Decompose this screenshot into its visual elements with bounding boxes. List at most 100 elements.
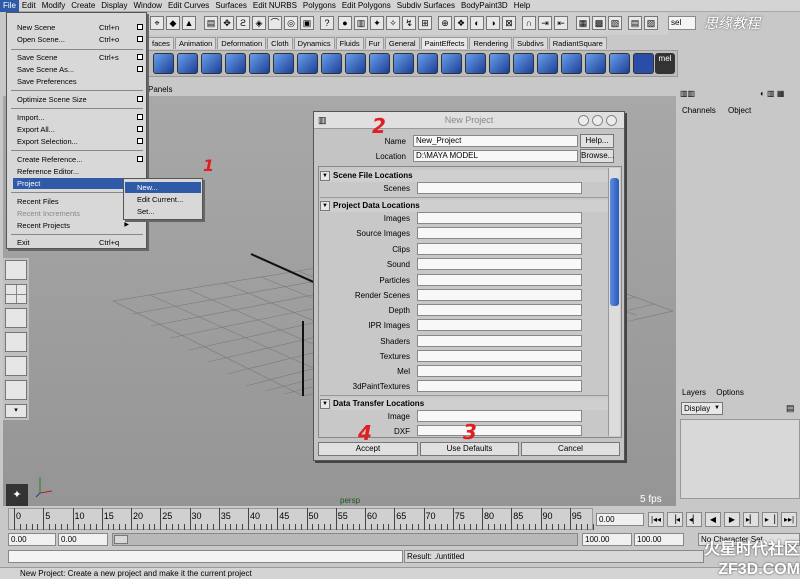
transform-icon[interactable]: ✥ xyxy=(220,16,234,30)
attribute-editor-icon[interactable]: ▨ xyxy=(644,16,658,30)
persp-outliner-layout-icon[interactable] xyxy=(5,332,27,352)
project-location-field[interactable]: D:\MAYA MODEL xyxy=(413,150,578,162)
image-transfer-location-field[interactable] xyxy=(417,410,582,422)
3dpainttextures-location-field[interactable] xyxy=(417,380,582,392)
surface-icon[interactable]: ◑ xyxy=(486,16,500,30)
selection-input[interactable]: sel xyxy=(668,16,696,30)
menu-item-set-project[interactable]: Set... xyxy=(125,206,201,217)
magnet-icon[interactable]: ∩ xyxy=(522,16,536,30)
light-icon[interactable]: ✧ xyxy=(386,16,400,30)
section-data-transfer-locations[interactable]: ▼ Data Transfer Locations xyxy=(320,398,608,410)
shelf-tab-painteffects[interactable]: PaintEffects xyxy=(420,37,469,49)
tab-options[interactable]: Options xyxy=(716,388,744,397)
mel-icon[interactable]: mel xyxy=(655,53,675,74)
channel-options-icon[interactable]: ◐ ▥ ▦ xyxy=(760,89,784,98)
minimize-icon[interactable] xyxy=(578,115,589,126)
deformer-icon[interactable]: ◐ xyxy=(470,16,484,30)
browse-button[interactable]: Browse... xyxy=(580,149,614,163)
render-icon[interactable]: ✦ xyxy=(370,16,384,30)
lock-icon[interactable]: ▤ xyxy=(204,16,218,30)
menu-item-exit[interactable]: Exit Ctrl+q xyxy=(17,237,143,248)
viewport-panels-menu[interactable]: Panels xyxy=(148,85,172,95)
play-backwards-icon[interactable]: ◀ xyxy=(705,512,721,527)
menu-item-edit-current[interactable]: Edit Current... xyxy=(125,194,201,205)
layer-list[interactable] xyxy=(680,419,800,499)
menu-surfaces[interactable]: Surfaces xyxy=(212,0,250,12)
joint-icon[interactable]: ↯ xyxy=(402,16,416,30)
side-by-side-layout-icon[interactable] xyxy=(5,308,27,328)
step-forward-key-icon[interactable]: ▸▕ xyxy=(762,512,778,527)
option-box-icon[interactable] xyxy=(137,96,143,102)
shelf-tool-icon[interactable] xyxy=(417,53,438,74)
render-globals-icon[interactable]: ▧ xyxy=(608,16,622,30)
shelf-tool-icon[interactable] xyxy=(201,53,222,74)
tab-object[interactable]: Object xyxy=(728,106,751,115)
menu-edit-nurbs[interactable]: Edit NURBS xyxy=(250,0,300,12)
range-slider-handle[interactable] xyxy=(114,535,128,544)
snap-icon[interactable]: ⌖ xyxy=(150,16,164,30)
camera-icon[interactable]: ▥ xyxy=(354,16,368,30)
option-box-icon[interactable] xyxy=(137,54,143,60)
cancel-button[interactable]: Cancel xyxy=(521,442,620,456)
shelf-tool-icon[interactable] xyxy=(273,53,294,74)
menu-item-create-reference[interactable]: Create Reference... xyxy=(17,154,143,165)
shelf-tab-fur[interactable]: Fur xyxy=(364,37,384,49)
shelf-tool-icon[interactable] xyxy=(513,53,534,74)
source-images-location-field[interactable] xyxy=(417,227,582,239)
shelf-tool-icon[interactable] xyxy=(489,53,510,74)
shelf-tool-icon[interactable] xyxy=(441,53,462,74)
menu-item-open-scene[interactable]: Open Scene... Ctrl+o xyxy=(17,34,143,45)
menu-modify[interactable]: Modify xyxy=(39,0,69,12)
current-time-field[interactable]: 0.00 xyxy=(596,513,644,526)
shelf-tab-fluids[interactable]: Fluids xyxy=(335,37,364,49)
shelf-tab-animation[interactable]: Animation xyxy=(174,37,217,49)
go-to-start-icon[interactable]: |◂◂ xyxy=(648,512,664,527)
option-box-icon[interactable] xyxy=(137,138,143,144)
project-name-field[interactable]: New_Project xyxy=(413,135,578,147)
menu-edit[interactable]: Edit xyxy=(19,0,39,12)
depth-location-field[interactable] xyxy=(417,304,582,316)
menu-subdiv-surfaces[interactable]: Subdiv Surfaces xyxy=(394,0,458,12)
point-snap-icon[interactable]: ◎ xyxy=(284,16,298,30)
images-location-field[interactable] xyxy=(417,212,582,224)
collapse-icon[interactable]: ▼ xyxy=(320,398,330,409)
tab-channels[interactable]: Channels xyxy=(682,106,716,115)
use-defaults-button[interactable]: Use Defaults xyxy=(420,442,519,456)
checker-icon[interactable] xyxy=(609,53,630,74)
four-pane-layout-icon[interactable] xyxy=(5,284,27,304)
menu-item-reference-editor[interactable]: Reference Editor... xyxy=(17,166,143,177)
help-button[interactable]: Help... xyxy=(580,134,614,148)
menu-item-export-selection[interactable]: Export Selection... xyxy=(17,136,143,147)
ipr-images-location-field[interactable] xyxy=(417,319,582,331)
shelf-tool-icon[interactable] xyxy=(633,53,654,74)
shelf-tool-icon[interactable] xyxy=(345,53,366,74)
go-to-end-icon[interactable]: ▸▸| xyxy=(781,512,797,527)
scenes-location-field[interactable] xyxy=(417,182,582,194)
query-icon[interactable]: ? xyxy=(320,16,334,30)
play-forwards-icon[interactable]: ▶ xyxy=(724,512,740,527)
shelf-tool-icon[interactable] xyxy=(369,53,390,74)
shelf-tool-icon[interactable] xyxy=(321,53,342,74)
single-pane-layout-icon[interactable] xyxy=(5,260,27,280)
shelf-tool-icon[interactable] xyxy=(561,53,582,74)
grid-snap-icon[interactable]: ⊠ xyxy=(502,16,516,30)
hypershade-layout-icon[interactable] xyxy=(5,380,27,400)
ipr-render-icon[interactable]: ▩ xyxy=(592,16,606,30)
history-icon[interactable]: ▣ xyxy=(300,16,314,30)
shaders-location-field[interactable] xyxy=(417,335,582,347)
shelf-tool-icon[interactable] xyxy=(537,53,558,74)
new-layer-icon[interactable]: ▤ xyxy=(786,403,798,415)
display-dropdown[interactable]: Display ▼ xyxy=(681,402,723,415)
window-menu-icon[interactable]: ▥ xyxy=(318,115,329,126)
section-scene-file-locations[interactable]: ▼ Scene File Locations xyxy=(320,170,608,182)
menu-item-recent-projects[interactable]: Recent Projects ▶ xyxy=(17,220,143,231)
object-icon[interactable]: ● xyxy=(338,16,352,30)
menu-help[interactable]: Help xyxy=(511,0,533,12)
collapse-icon[interactable]: ▼ xyxy=(320,170,330,181)
shelf-tab-radiantsquare[interactable]: RadiantSquare xyxy=(548,37,607,49)
playback-start-field[interactable]: 0.00 xyxy=(58,533,108,546)
shelf-tab-faces[interactable]: faces xyxy=(148,37,174,49)
particles-location-field[interactable] xyxy=(417,274,582,286)
render-scenes-location-field[interactable] xyxy=(417,289,582,301)
menu-edit-polygons[interactable]: Edit Polygons xyxy=(339,0,394,12)
